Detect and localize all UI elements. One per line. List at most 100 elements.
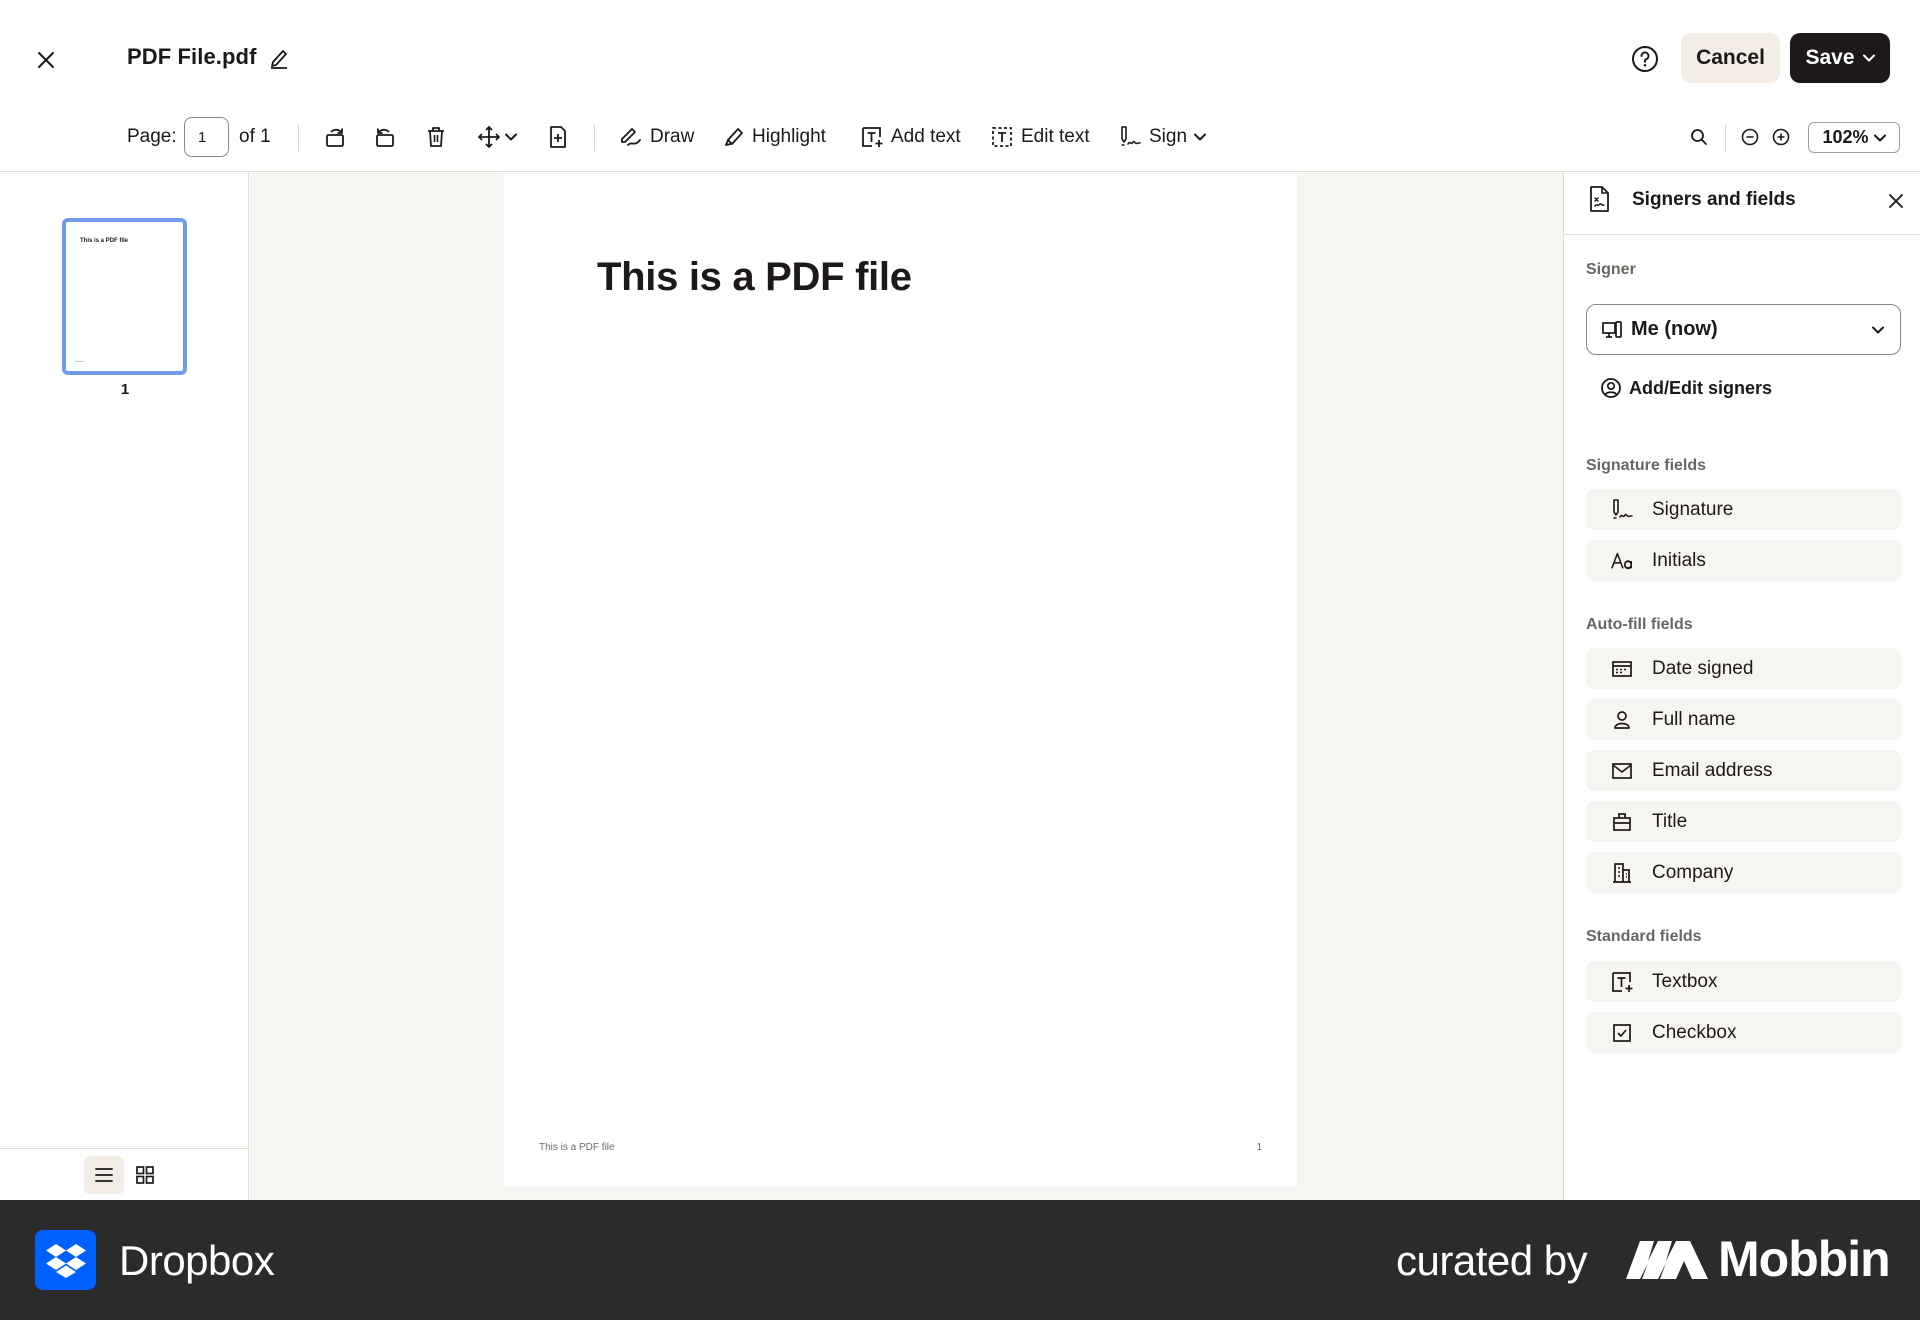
move-button[interactable] bbox=[471, 120, 523, 154]
document-footer-page-number: 1 bbox=[1256, 1142, 1262, 1153]
dropbox-icon bbox=[45, 1244, 86, 1278]
field-label: Signature bbox=[1652, 498, 1734, 520]
signer-section-label: Signer bbox=[1586, 261, 1636, 278]
draw-button[interactable]: Draw bbox=[619, 116, 694, 158]
rename-button[interactable] bbox=[266, 44, 292, 72]
signature-field-button[interactable]: Signature bbox=[1586, 489, 1901, 530]
field-label: Checkbox bbox=[1652, 1021, 1737, 1043]
pdf-page[interactable]: This is a PDF file This is a PDF file 1 bbox=[504, 173, 1297, 1187]
delete-page-button[interactable] bbox=[419, 120, 453, 154]
close-button[interactable] bbox=[28, 42, 64, 78]
cancel-button[interactable]: Cancel bbox=[1681, 33, 1780, 83]
thumbnail-title: This is a PDF file bbox=[80, 238, 129, 244]
pencil-icon bbox=[271, 50, 287, 69]
question-circle-icon bbox=[1632, 46, 1658, 72]
field-label: Initials bbox=[1652, 549, 1706, 571]
page-thumbnail[interactable]: This is a PDF file bbox=[62, 218, 187, 375]
thumbnail-panel: This is a PDF file 1 bbox=[0, 173, 249, 1200]
save-label: Save bbox=[1805, 46, 1855, 69]
move-icon bbox=[478, 126, 500, 148]
list-view-icon bbox=[95, 1168, 113, 1182]
highlight-button[interactable]: Highlight bbox=[723, 116, 826, 158]
close-icon bbox=[38, 52, 54, 68]
chevron-down-icon bbox=[1872, 326, 1884, 333]
edit-text-button[interactable]: Edit text bbox=[990, 116, 1090, 158]
signature-fields-label: Signature fields bbox=[1586, 457, 1707, 474]
close-icon bbox=[1889, 194, 1903, 208]
mobbin-name: Mobbin bbox=[1718, 1231, 1891, 1287]
grid-view-button[interactable] bbox=[126, 1156, 164, 1194]
sign-button[interactable]: Sign bbox=[1118, 116, 1207, 158]
page-number-input[interactable]: 1 bbox=[184, 117, 229, 157]
draw-icon bbox=[621, 128, 641, 146]
person-circle-icon bbox=[1601, 378, 1621, 398]
envelope-icon bbox=[1612, 762, 1632, 779]
signature-pen-icon bbox=[1121, 126, 1141, 146]
zoom-out-button[interactable] bbox=[1735, 120, 1765, 154]
curated-by-label: curated by bbox=[1396, 1237, 1588, 1284]
email-address-field-button[interactable]: Email address bbox=[1586, 750, 1901, 791]
checkbox-field-button[interactable]: Checkbox bbox=[1586, 1012, 1901, 1053]
top-header: PDF File.pdf Cancel Save bbox=[0, 0, 1920, 116]
search-button[interactable] bbox=[1682, 120, 1716, 154]
initials-icon bbox=[1611, 552, 1632, 569]
toolbar-divider bbox=[1725, 125, 1726, 151]
highlighter-icon bbox=[725, 128, 743, 146]
calendar-icon bbox=[1612, 660, 1632, 677]
zoom-in-icon bbox=[1772, 128, 1790, 146]
insert-page-button[interactable] bbox=[541, 120, 575, 154]
zoom-out-icon bbox=[1741, 128, 1759, 146]
add-edit-signers-button[interactable]: Add/Edit signers bbox=[1600, 373, 1772, 403]
rotate-right-button[interactable] bbox=[368, 120, 402, 154]
grid-view-icon bbox=[136, 1166, 154, 1184]
chevron-down-icon bbox=[505, 133, 517, 141]
list-view-button[interactable] bbox=[84, 1156, 124, 1194]
editor-toolbar: Page: 1 of 1 Draw Highlight Add text Edi… bbox=[0, 116, 1920, 172]
file-title: PDF File.pdf bbox=[127, 44, 257, 69]
panel-title: Signers and fields bbox=[1632, 189, 1796, 210]
dropbox-logo bbox=[35, 1230, 96, 1290]
zoom-value: 102% bbox=[1822, 127, 1869, 147]
field-label: Date signed bbox=[1652, 657, 1754, 679]
textbox-field-button[interactable]: Textbox bbox=[1586, 961, 1901, 1002]
title-field-button[interactable]: Title bbox=[1586, 801, 1901, 842]
add-edit-signers-label: Add/Edit signers bbox=[1629, 377, 1773, 398]
add-text-icon bbox=[862, 127, 883, 147]
document-footer-text: This is a PDF file bbox=[539, 1142, 615, 1153]
chevron-down-icon bbox=[1873, 134, 1886, 141]
edit-text-label: Edit text bbox=[1021, 126, 1090, 147]
initials-field-button[interactable]: Initials bbox=[1586, 540, 1901, 581]
highlight-label: Highlight bbox=[752, 126, 826, 147]
signer-value: Me (now) bbox=[1631, 318, 1718, 340]
page-count: of 1 bbox=[239, 126, 271, 147]
autofill-fields-label: Auto-fill fields bbox=[1586, 616, 1693, 633]
standard-fields-label: Standard fields bbox=[1586, 928, 1702, 945]
zoom-in-button[interactable] bbox=[1766, 120, 1796, 154]
add-text-icon bbox=[1612, 971, 1633, 992]
field-label: Email address bbox=[1652, 759, 1773, 781]
company-field-button[interactable]: Company bbox=[1586, 852, 1901, 893]
zoom-select[interactable]: 102% bbox=[1808, 122, 1900, 153]
rotate-left-icon bbox=[326, 128, 344, 147]
rotate-left-button[interactable] bbox=[318, 120, 352, 154]
dropbox-name: Dropbox bbox=[119, 1237, 275, 1284]
help-button[interactable] bbox=[1628, 42, 1662, 76]
full-name-field-button[interactable]: Full name bbox=[1586, 699, 1901, 740]
signature-pen-icon bbox=[1613, 498, 1633, 519]
field-label: Full name bbox=[1652, 708, 1736, 730]
checkbox-icon bbox=[1613, 1023, 1631, 1042]
field-label: Title bbox=[1652, 810, 1688, 832]
signer-select[interactable]: Me (now) bbox=[1586, 304, 1901, 355]
rotate-right-icon bbox=[376, 128, 394, 147]
brand-footer: Dropbox curated by Mobbin bbox=[0, 1200, 1920, 1320]
thumbnail-page-number: 1 bbox=[120, 381, 130, 398]
date-signed-field-button[interactable]: Date signed bbox=[1586, 648, 1901, 689]
thumbnail-footer-line bbox=[75, 361, 84, 362]
field-label: Company bbox=[1652, 861, 1734, 883]
chevron-down-icon bbox=[1862, 54, 1875, 62]
save-button[interactable]: Save bbox=[1790, 33, 1890, 83]
building-icon bbox=[1613, 862, 1631, 883]
add-text-label: Add text bbox=[891, 126, 961, 147]
panel-close-button[interactable] bbox=[1882, 187, 1910, 215]
add-text-button[interactable]: Add text bbox=[860, 116, 961, 158]
